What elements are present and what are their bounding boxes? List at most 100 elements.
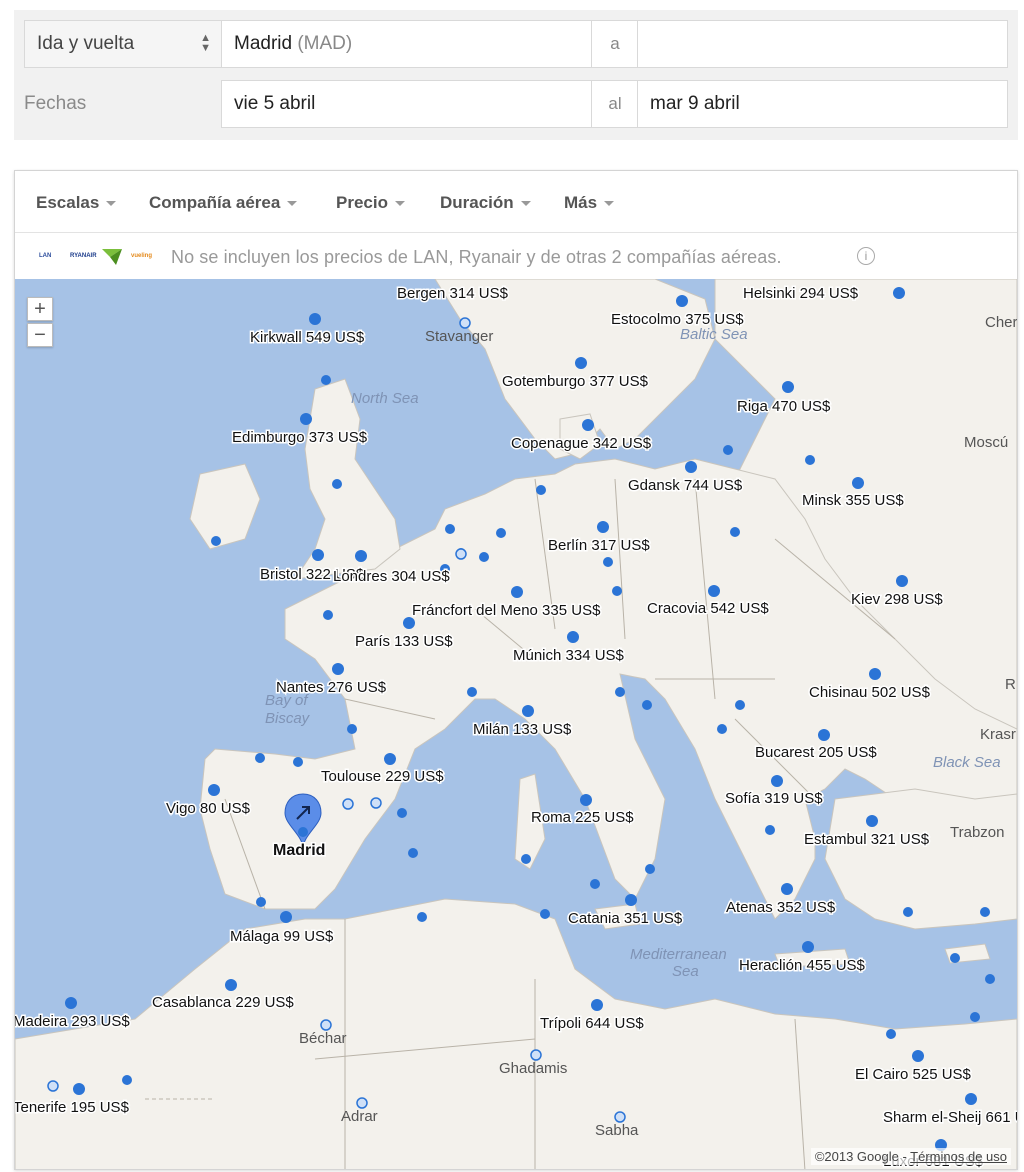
airport-marker[interactable] bbox=[417, 912, 427, 922]
filter-stops[interactable]: Escalas bbox=[36, 193, 117, 213]
destination-label[interactable]: Málaga 99 US$ bbox=[229, 927, 336, 947]
destination-label[interactable]: Riga 470 US$ bbox=[736, 397, 833, 417]
destination-marker[interactable] bbox=[300, 413, 312, 425]
airport-marker[interactable] bbox=[467, 687, 477, 697]
airport-marker[interactable] bbox=[615, 687, 625, 697]
destination-marker[interactable] bbox=[625, 894, 637, 906]
destination-label[interactable]: Múnich 334 US$ bbox=[512, 646, 627, 666]
airport-marker[interactable] bbox=[455, 548, 467, 560]
airport-marker[interactable] bbox=[47, 1080, 59, 1092]
airport-marker[interactable] bbox=[459, 317, 471, 329]
destination-label[interactable]: El Cairo 525 US$ bbox=[854, 1065, 974, 1085]
destination-marker[interactable] bbox=[676, 295, 688, 307]
destination-label[interactable]: Roma 225 US$ bbox=[530, 808, 636, 828]
destination-label[interactable]: Estambul 321 US$ bbox=[803, 830, 932, 850]
destination-label[interactable]: Chisinau 502 US$ bbox=[808, 683, 933, 703]
airport-marker[interactable] bbox=[293, 757, 303, 767]
airport-marker[interactable] bbox=[332, 479, 342, 489]
destination-marker[interactable] bbox=[582, 419, 594, 431]
destination-label[interactable]: Edimburgo 373 US$ bbox=[231, 428, 370, 448]
airport-marker[interactable] bbox=[347, 724, 357, 734]
airport-marker[interactable] bbox=[122, 1075, 132, 1085]
airport-marker[interactable] bbox=[211, 536, 221, 546]
airport-marker[interactable] bbox=[323, 610, 333, 620]
map[interactable]: North Sea Baltic Sea Bay of Biscay Black Sea… bbox=[15, 279, 1017, 1169]
destination-label[interactable]: Heraclión 455 US$ bbox=[738, 956, 868, 976]
airport-marker[interactable] bbox=[805, 455, 815, 465]
destination-marker[interactable] bbox=[567, 631, 579, 643]
airport-marker[interactable] bbox=[612, 586, 622, 596]
destination-marker[interactable] bbox=[685, 461, 697, 473]
destination-marker[interactable] bbox=[708, 585, 720, 597]
destination-marker[interactable] bbox=[591, 999, 603, 1011]
destination-label[interactable]: Kiev 298 US$ bbox=[850, 590, 945, 610]
filter-price[interactable]: Precio bbox=[336, 193, 405, 213]
airport-marker[interactable] bbox=[445, 524, 455, 534]
destination-label[interactable]: Cracovia 542 US$ bbox=[646, 599, 771, 619]
airport-marker[interactable] bbox=[886, 1029, 896, 1039]
airport-marker[interactable] bbox=[590, 879, 600, 889]
airport-marker[interactable] bbox=[985, 974, 995, 984]
destination-marker[interactable] bbox=[332, 663, 344, 675]
destination-label[interactable]: Tenerife 195 US$ bbox=[15, 1098, 131, 1118]
airport-marker[interactable] bbox=[256, 897, 266, 907]
airport-marker[interactable] bbox=[642, 700, 652, 710]
airport-marker[interactable] bbox=[603, 557, 613, 567]
filter-more[interactable]: Más bbox=[564, 193, 615, 213]
origin-input[interactable]: Madrid (MAD) bbox=[221, 20, 592, 68]
airport-marker[interactable] bbox=[614, 1111, 626, 1123]
airport-marker[interactable] bbox=[521, 854, 531, 864]
airport-marker[interactable] bbox=[645, 864, 655, 874]
destination-label[interactable]: Bergen 314 US$ bbox=[396, 284, 511, 304]
destination-label[interactable]: Gdansk 744 US$ bbox=[627, 476, 745, 496]
destination-label[interactable]: Helsinki 294 US$ bbox=[742, 284, 861, 304]
airport-marker[interactable] bbox=[723, 445, 733, 455]
airport-marker[interactable] bbox=[320, 1019, 332, 1031]
airport-marker[interactable] bbox=[536, 485, 546, 495]
terms-link[interactable]: Términos de uso bbox=[910, 1149, 1007, 1164]
destination-marker[interactable] bbox=[866, 815, 878, 827]
airport-marker[interactable] bbox=[397, 808, 407, 818]
zoom-out-button[interactable]: − bbox=[27, 323, 53, 347]
airport-marker[interactable] bbox=[408, 848, 418, 858]
destination-label[interactable]: Gotemburgo 377 US$ bbox=[501, 372, 651, 392]
destination-marker[interactable] bbox=[771, 775, 783, 787]
destination-input[interactable] bbox=[637, 20, 1008, 68]
destination-label[interactable]: Milán 133 US$ bbox=[472, 720, 574, 740]
destination-label[interactable]: Copenague 342 US$ bbox=[510, 434, 654, 454]
airport-marker[interactable] bbox=[730, 527, 740, 537]
filter-duration[interactable]: Duración bbox=[440, 193, 531, 213]
destination-marker[interactable] bbox=[869, 668, 881, 680]
airport-marker[interactable] bbox=[903, 907, 913, 917]
airport-marker[interactable] bbox=[765, 825, 775, 835]
airport-marker[interactable] bbox=[479, 552, 489, 562]
airport-marker[interactable] bbox=[321, 375, 331, 385]
destination-label[interactable]: Vigo 80 US$ bbox=[165, 799, 253, 819]
destination-label[interactable]: Fráncfort del Meno 335 US$ bbox=[411, 601, 603, 621]
zoom-in-button[interactable]: + bbox=[27, 297, 53, 321]
info-icon[interactable]: i bbox=[857, 247, 875, 265]
destination-label[interactable]: Sofía 319 US$ bbox=[724, 789, 825, 809]
airport-marker[interactable] bbox=[735, 700, 745, 710]
destination-label[interactable]: Bucarest 205 US$ bbox=[754, 743, 879, 763]
destination-label[interactable]: Londres 304 US$ bbox=[332, 567, 452, 587]
destination-label[interactable]: Estocolmo 375 US$ bbox=[610, 310, 746, 330]
destination-label[interactable]: Catania 351 US$ bbox=[567, 909, 685, 929]
destination-marker[interactable] bbox=[312, 549, 324, 561]
destination-label[interactable]: Kirkwall 549 US$ bbox=[249, 328, 367, 348]
destination-label[interactable]: Berlín 317 US$ bbox=[547, 536, 652, 556]
destination-label[interactable]: Madeira 293 US$ bbox=[15, 1012, 132, 1032]
destination-label[interactable]: Atenas 352 US$ bbox=[725, 898, 838, 918]
destination-marker[interactable] bbox=[208, 784, 220, 796]
airport-marker[interactable] bbox=[370, 797, 382, 809]
depart-date-input[interactable]: vie 5 abril bbox=[221, 80, 592, 128]
destination-label[interactable]: Trípoli 644 US$ bbox=[539, 1014, 646, 1034]
destination-marker[interactable] bbox=[597, 521, 609, 533]
destination-marker[interactable] bbox=[818, 729, 830, 741]
destination-label[interactable]: Casablanca 229 US$ bbox=[151, 993, 296, 1013]
destination-label[interactable]: Minsk 355 US$ bbox=[801, 491, 906, 511]
airport-marker[interactable] bbox=[255, 753, 265, 763]
destination-marker[interactable] bbox=[965, 1093, 977, 1105]
airport-marker[interactable] bbox=[530, 1049, 542, 1061]
destination-marker[interactable] bbox=[511, 586, 523, 598]
